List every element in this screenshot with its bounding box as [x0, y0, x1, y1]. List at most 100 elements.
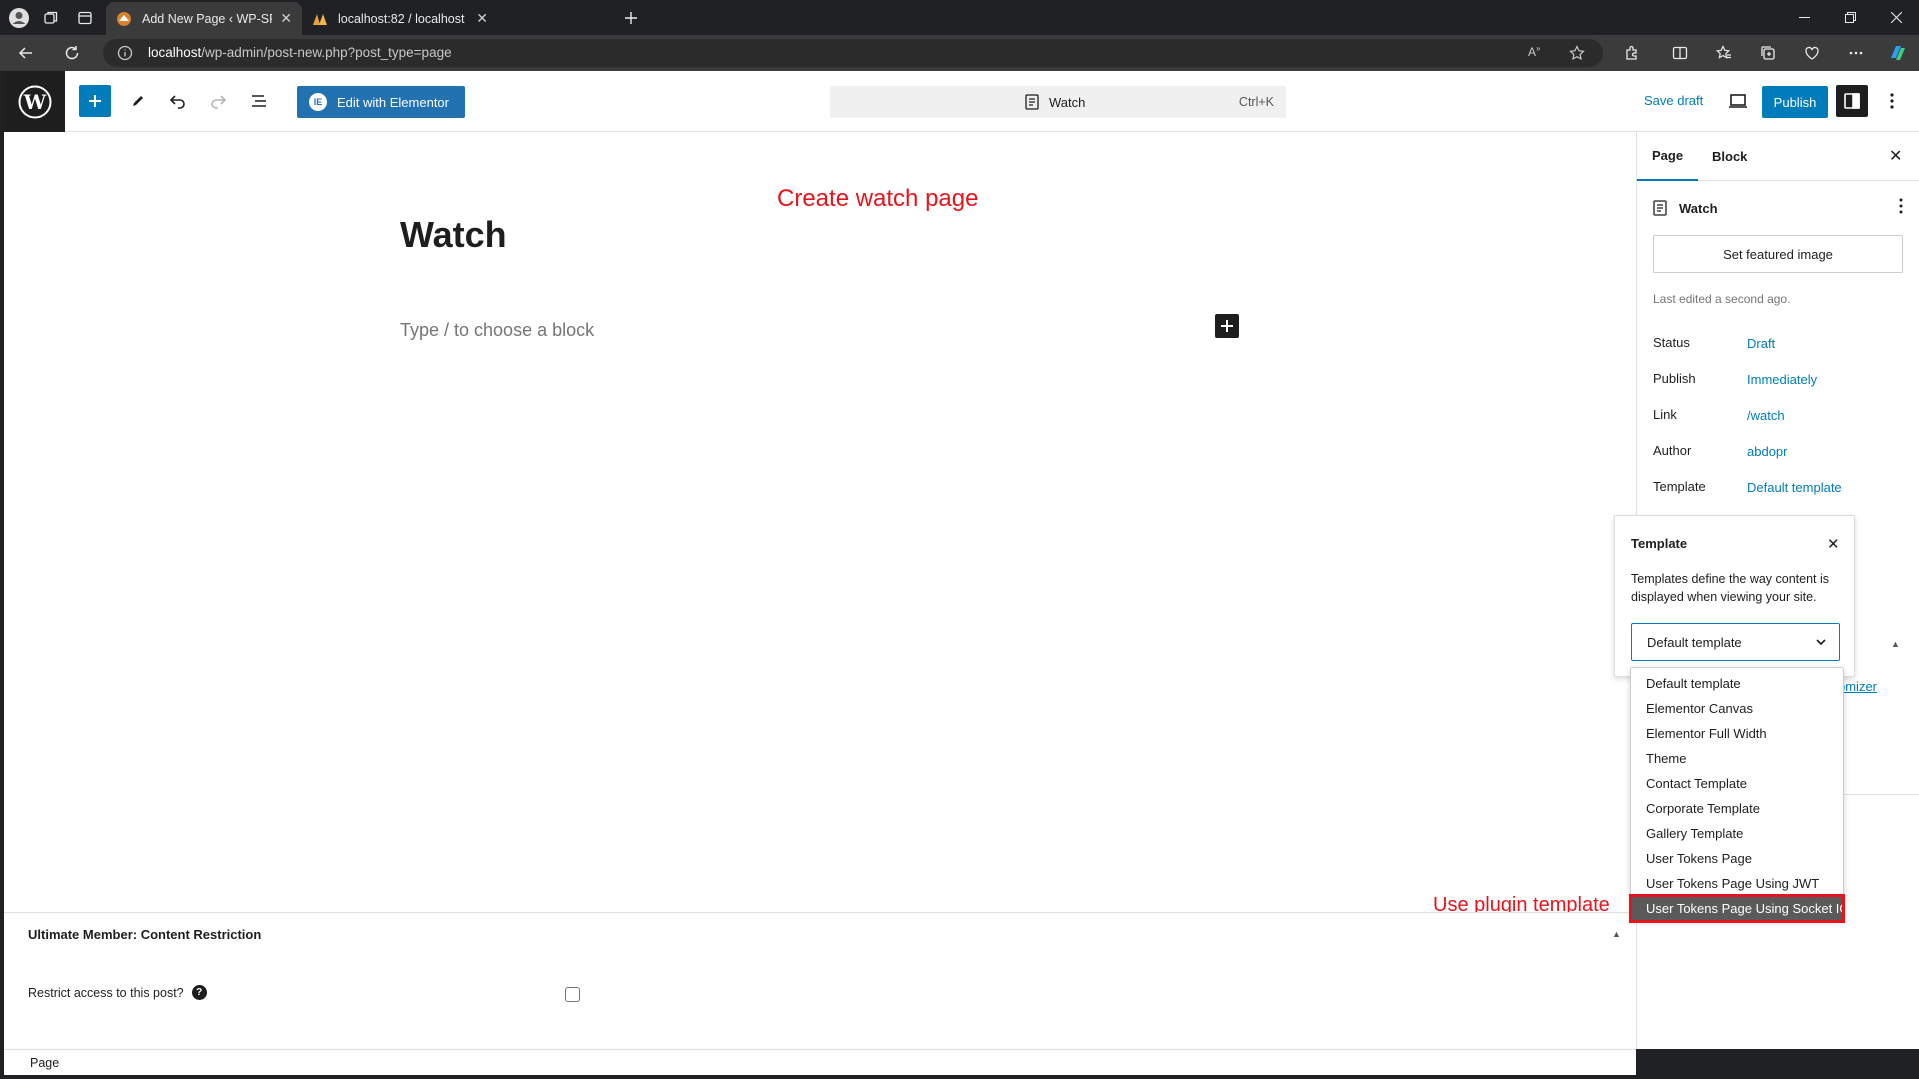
window-bottom-border — [0, 1075, 1919, 1079]
author-value[interactable]: abdopr — [1747, 444, 1787, 459]
restore-icon[interactable] — [1827, 0, 1873, 35]
author-label: Author — [1653, 443, 1692, 458]
template-popover: Template ✕ Templates define the way cont… — [1614, 515, 1855, 677]
block-breadcrumb-bar: Page — [4, 1049, 1636, 1075]
tools-pencil-icon[interactable] — [122, 85, 154, 117]
edit-with-elementor-button[interactable]: IE Edit with Elementor — [297, 86, 465, 118]
read-aloud-icon[interactable]: A» — [1528, 44, 1540, 59]
template-option[interactable]: Elementor Canvas — [1631, 696, 1843, 721]
tab-phpmyadmin[interactable]: localhost:82 / localhost / wordpre ✕ — [302, 2, 498, 35]
vertical-tabs-icon[interactable] — [72, 5, 98, 31]
elementor-label: Edit with Elementor — [337, 94, 449, 110]
collections-icon[interactable] — [1756, 41, 1780, 65]
profile-avatar-icon[interactable] — [6, 5, 32, 31]
phpmyadmin-favicon-icon — [313, 13, 327, 25]
template-option[interactable]: Default template — [1631, 671, 1843, 696]
browser-address-bar: localhost/wp-admin/post-new.php?post_typ… — [0, 35, 1919, 71]
help-icon[interactable]: ? — [191, 985, 207, 1000]
restrict-access-label: Restrict access to this post? — [28, 985, 184, 1000]
workspaces-icon[interactable] — [38, 5, 64, 31]
favorite-star-icon[interactable] — [1569, 45, 1585, 61]
template-option[interactable]: Corporate Template — [1631, 796, 1843, 821]
publish-button[interactable]: Publish — [1762, 86, 1828, 118]
save-draft-button[interactable]: Save draft — [1644, 93, 1703, 108]
template-popover-title: Template — [1631, 536, 1688, 551]
split-screen-icon[interactable] — [1668, 41, 1692, 65]
reload-icon[interactable] — [60, 41, 84, 65]
editor-canvas[interactable]: Watch Type / to choose a block — [4, 132, 1636, 912]
template-option-highlighted[interactable]: User Tokens Page Using Socket IO — [1629, 894, 1850, 923]
minimize-icon[interactable] — [1781, 0, 1827, 35]
command-shortcut: Ctrl+K — [1238, 95, 1274, 109]
settings-more-icon[interactable] — [1844, 41, 1868, 65]
favorites-icon[interactable] — [1712, 41, 1736, 65]
add-block-button[interactable] — [79, 85, 111, 117]
site-info-icon[interactable] — [117, 45, 133, 61]
tab-close-icon[interactable]: ✕ — [476, 10, 488, 27]
options-more-icon[interactable] — [1876, 85, 1908, 117]
browser-essentials-icon[interactable] — [1800, 41, 1824, 65]
template-select[interactable]: Default template — [1631, 623, 1840, 661]
metabox-title[interactable]: Ultimate Member: Content Restriction — [28, 927, 261, 942]
new-tab-icon[interactable] — [618, 5, 644, 31]
url-field[interactable]: localhost/wp-admin/post-new.php?post_typ… — [103, 39, 1603, 67]
tab-close-icon[interactable]: ✕ — [280, 10, 292, 27]
page-document-icon — [1025, 94, 1039, 110]
last-edited-text: Last edited a second ago. — [1653, 292, 1791, 306]
link-label: Link — [1653, 407, 1677, 422]
inline-add-block-button[interactable] — [1215, 314, 1239, 338]
undo-icon[interactable] — [162, 85, 194, 117]
template-value[interactable]: Default template — [1747, 480, 1842, 495]
annotation-create-page: Create watch page — [777, 185, 979, 212]
template-description: Templates define the way content is disp… — [1631, 572, 1830, 604]
tab-title: Add New Page ‹ WP-SPP-Hosts — — [142, 11, 272, 26]
wordpress-logo-icon[interactable]: W — [4, 71, 65, 132]
page-title[interactable]: Watch — [400, 214, 507, 256]
link-value[interactable]: /watch — [1747, 408, 1785, 423]
status-value[interactable]: Draft — [1747, 336, 1775, 351]
command-palette-button[interactable]: Watch Ctrl+K — [830, 86, 1286, 118]
panel-collapse-icon[interactable]: ▲ — [1891, 639, 1900, 649]
settings-sidebar-icon[interactable] — [1836, 85, 1868, 117]
template-option[interactable]: User Tokens Page Using JWT — [1631, 871, 1843, 896]
tab-block[interactable]: Block — [1697, 132, 1762, 181]
sidebar-tabs: Page Block ✕ — [1637, 132, 1919, 181]
command-title: Watch — [1049, 94, 1086, 110]
extensions-icon[interactable] — [1620, 41, 1644, 65]
page-document-icon — [1653, 200, 1667, 216]
template-option[interactable]: User Tokens Page — [1631, 846, 1843, 871]
copilot-icon[interactable] — [1886, 41, 1910, 65]
restrict-access-checkbox[interactable] — [565, 987, 580, 1002]
template-option[interactable]: Elementor Full Width — [1631, 721, 1843, 746]
tab-page[interactable]: Page — [1637, 132, 1699, 181]
template-option[interactable]: Theme — [1631, 746, 1843, 771]
close-popover-icon[interactable]: ✕ — [1827, 535, 1840, 553]
template-label: Template — [1653, 479, 1706, 494]
document-title: Watch — [1679, 200, 1718, 216]
restrict-access-row: Restrict access to this post? ? — [28, 985, 207, 1000]
template-option[interactable]: Contact Template — [1631, 771, 1843, 796]
site-favicon-icon — [117, 11, 131, 26]
close-sidebar-icon[interactable]: ✕ — [1889, 146, 1902, 166]
editor-toolbar: W IE Edit with Elementor Watch Ctrl+K Sa… — [4, 71, 1919, 132]
template-dropdown-list: Default template Elementor Canvas Elemen… — [1629, 667, 1850, 923]
block-placeholder[interactable]: Type / to choose a block — [400, 320, 594, 341]
template-selected-value: Default template — [1647, 634, 1742, 650]
collapse-arrow-icon[interactable]: ▲ — [1612, 929, 1621, 939]
content-restriction-metabox: Ultimate Member: Content Restriction ▲ R… — [4, 912, 1636, 1049]
back-icon[interactable] — [14, 41, 38, 65]
document-overview-icon[interactable] — [243, 85, 275, 117]
status-label: Status — [1653, 335, 1690, 350]
template-option[interactable]: Gallery Template — [1631, 821, 1843, 846]
publish-value[interactable]: Immediately — [1747, 372, 1817, 387]
preview-device-icon[interactable] — [1722, 85, 1754, 117]
url-text: localhost/wp-admin/post-new.php?post_typ… — [148, 45, 452, 60]
set-featured-image-button[interactable]: Set featured image — [1653, 235, 1903, 273]
breadcrumb-page[interactable]: Page — [30, 1056, 59, 1070]
window-close-icon[interactable] — [1873, 0, 1919, 35]
elementor-icon: IE — [309, 93, 327, 111]
redo-icon[interactable] — [202, 85, 234, 117]
chevron-down-icon — [1816, 639, 1826, 646]
document-actions-icon[interactable] — [1899, 198, 1903, 214]
tab-add-new-page[interactable]: Add New Page ‹ WP-SPP-Hosts — ✕ — [106, 2, 302, 35]
